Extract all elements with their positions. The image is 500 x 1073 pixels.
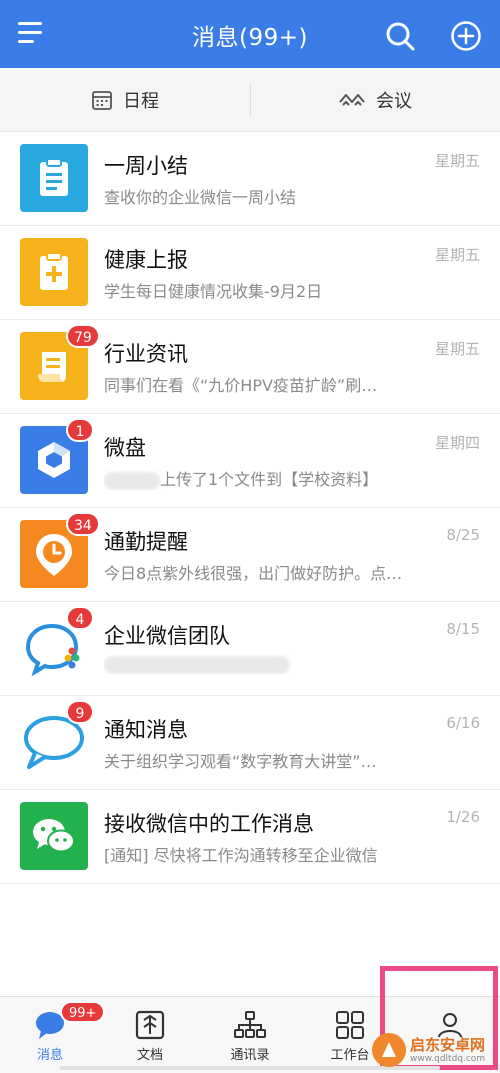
chat-time: 星期五 <box>434 246 480 264</box>
watermark-url: www.qdltdq.com <box>410 1053 486 1064</box>
list-item[interactable]: 79 行业资讯 同事们在看《“九价HPV疫苗扩龄”刷… 星期五 <box>0 320 500 414</box>
chat-time: 星期五 <box>434 152 480 170</box>
chat-name: 健康上报 <box>104 248 188 272</box>
chat-time: 星期四 <box>434 434 480 452</box>
redacted-sender <box>104 471 160 490</box>
list-item[interactable]: 1 微盘 上传了1个文件到【学校资料】 星期四 <box>0 414 500 508</box>
chat-time: 8/25 <box>446 526 480 544</box>
chat-name: 一周小结 <box>104 154 188 178</box>
watermark-name: 启东安卓网 <box>410 1035 486 1054</box>
chat-time: 1/26 <box>446 808 480 826</box>
top-bar: 消息(99+) <box>0 0 500 68</box>
tab-meeting[interactable]: 会议 <box>250 68 500 132</box>
tab-schedule-label: 日程 <box>123 91 159 112</box>
chat-preview: 同事们在看《“九价HPV疫苗扩龄”刷… <box>104 376 378 395</box>
tab-schedule[interactable]: 日程 <box>0 68 250 132</box>
chat-preview <box>104 654 444 674</box>
chat-preview-text: 上传了1个文件到【学校资料】 <box>160 470 379 489</box>
unread-badge: 9 <box>66 700 94 724</box>
nav-documents[interactable]: 文档 <box>100 997 200 1073</box>
add-circle-icon[interactable] <box>450 20 482 52</box>
meeting-icon <box>339 94 365 106</box>
message-list: 一周小结 查收你的企业微信一周小结 星期五 健康上报 学生每日健康情况收集-9月… <box>0 132 500 884</box>
quick-tabs: 日程 会议 <box>0 68 500 132</box>
chat-name: 接收微信中的工作消息 <box>104 812 314 836</box>
search-icon[interactable] <box>384 20 416 52</box>
chat-name: 微盘 <box>104 436 146 460</box>
chat-name: 企业微信团队 <box>104 624 230 648</box>
nav-messages[interactable]: 99+ 消息 <box>0 997 106 1073</box>
tab-meeting-label: 会议 <box>376 91 412 112</box>
watermark: 启东安卓网 www.qdltdq.com <box>372 1030 496 1070</box>
contacts-icon <box>234 1011 266 1038</box>
nav-label: 文档 <box>136 1048 163 1063</box>
health-report-icon <box>20 238 88 306</box>
page-title: 消息(99+) <box>192 25 308 51</box>
chat-time: 6/16 <box>446 714 480 732</box>
chat-preview: 学生每日健康情况收集-9月2日 <box>104 282 323 301</box>
clipboard-icon <box>20 144 88 212</box>
chat-preview: 上传了1个文件到【学校资料】 <box>104 466 444 490</box>
nav-contacts[interactable]: 通讯录 <box>200 997 300 1073</box>
unread-badge: 79 <box>66 324 100 348</box>
list-item[interactable]: 34 通勤提醒 今日8点紫外线很强，出门做好防护。点… 8/25 <box>0 508 500 602</box>
list-item[interactable]: 一周小结 查收你的企业微信一周小结 星期五 <box>0 132 500 226</box>
chat-time: 8/15 <box>446 620 480 638</box>
calendar-icon <box>92 91 112 110</box>
list-item[interactable]: 健康上报 学生每日健康情况收集-9月2日 星期五 <box>0 226 500 320</box>
chat-name: 通勤提醒 <box>104 530 188 554</box>
watermark-logo-icon <box>372 1033 406 1067</box>
nav-label: 消息 <box>36 1048 63 1063</box>
chat-preview: [通知] 尽快将工作沟通转移至企业微信 <box>104 846 378 865</box>
unread-badge: 34 <box>66 512 100 536</box>
document-icon <box>135 1010 165 1040</box>
list-item[interactable]: 接收微信中的工作消息 [通知] 尽快将工作沟通转移至企业微信 1/26 <box>0 790 500 884</box>
redacted-preview <box>104 655 290 674</box>
chat-name: 行业资讯 <box>104 342 188 366</box>
chat-name: 通知消息 <box>104 718 188 742</box>
list-item[interactable]: 4 企业微信团队 8/15 <box>0 602 500 696</box>
nav-label: 通讯录 <box>230 1048 270 1063</box>
chat-preview: 关于组织学习观看“数字教育大讲堂”… <box>104 752 377 771</box>
wechat-icon <box>20 802 88 870</box>
chat-preview: 查收你的企业微信一周小结 <box>104 188 297 207</box>
nav-badge: 99+ <box>60 1001 106 1023</box>
unread-badge: 1 <box>66 418 94 442</box>
workbench-icon <box>336 1011 364 1039</box>
list-item[interactable]: 9 通知消息 关于组织学习观看“数字教育大讲堂”… 6/16 <box>0 696 500 790</box>
chat-time: 星期五 <box>434 340 480 358</box>
chat-preview: 今日8点紫外线很强，出门做好防护。点… <box>104 564 403 583</box>
unread-badge: 4 <box>66 606 94 630</box>
